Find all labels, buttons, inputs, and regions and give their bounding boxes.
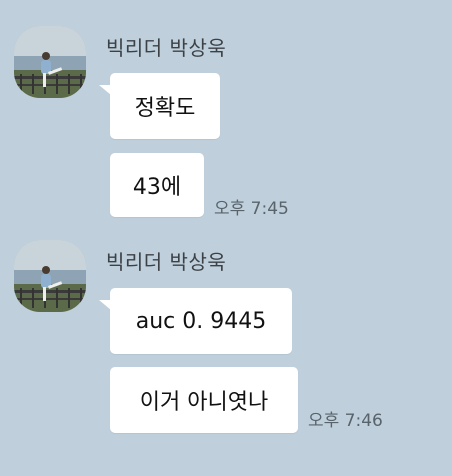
sender-avatar[interactable]: [14, 26, 86, 98]
message-timestamp: 오후 7:45: [214, 199, 289, 219]
avatar-photo: [14, 240, 86, 312]
sender-name: 빅리더 박상욱: [106, 36, 227, 60]
message-bubble[interactable]: 이거 아니엿나: [110, 367, 298, 433]
message-bubble[interactable]: 정확도: [99, 73, 220, 139]
message-timestamp: 오후 7:46: [308, 411, 383, 431]
sender-name: 빅리더 박상욱: [106, 250, 227, 274]
message-bubble[interactable]: auc 0. 9445: [99, 288, 292, 354]
sender-avatar[interactable]: [14, 240, 86, 312]
message-bubble[interactable]: 43에: [110, 153, 204, 217]
avatar-photo: [14, 26, 86, 98]
